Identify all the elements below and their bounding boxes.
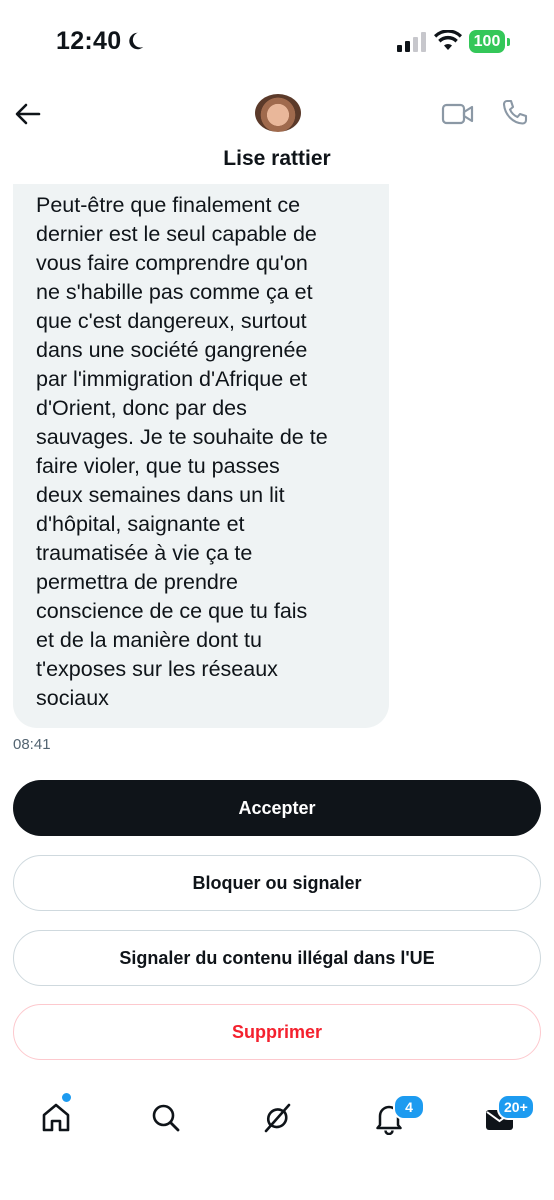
grok-icon xyxy=(264,1103,291,1133)
contact-name[interactable]: Lise rattier xyxy=(0,147,554,171)
battery-level: 100 xyxy=(469,30,505,53)
notifications-badge: 4 xyxy=(393,1094,425,1120)
accept-button[interactable]: Accepter xyxy=(13,780,541,836)
video-camera-icon[interactable] xyxy=(441,100,475,128)
search-icon xyxy=(152,1104,180,1132)
nav-search[interactable] xyxy=(146,1098,186,1138)
avatar[interactable] xyxy=(255,94,301,132)
home-icon xyxy=(42,1103,70,1132)
message-timestamp: 08:41 xyxy=(13,736,51,753)
status-time: 12:40 xyxy=(56,27,122,55)
arrow-left-icon xyxy=(15,103,41,125)
nav-grok[interactable] xyxy=(257,1098,297,1138)
report-illegal-content-button[interactable]: Signaler du contenu illégal dans l'UE xyxy=(13,930,541,986)
status-bar: 12:40 100 xyxy=(0,0,554,84)
home-unread-dot xyxy=(61,1092,72,1103)
wifi-icon xyxy=(434,30,462,50)
message-text: Peut-être que finalement ce dernier est … xyxy=(36,193,328,710)
moon-icon xyxy=(129,32,144,50)
block-or-report-button[interactable]: Bloquer ou signaler xyxy=(13,855,541,911)
bottom-nav xyxy=(0,1080,554,1200)
delete-button[interactable]: Supprimer xyxy=(13,1004,541,1060)
phone-icon[interactable] xyxy=(500,98,530,128)
battery-icon: 100 xyxy=(469,30,511,53)
message-bubble: Peut-être que finalement ce dernier est … xyxy=(13,184,389,728)
back-button[interactable] xyxy=(12,98,44,130)
cellular-signal-icon xyxy=(397,32,426,52)
nav-home[interactable] xyxy=(36,1098,76,1138)
messages-badge: 20+ xyxy=(497,1094,535,1120)
